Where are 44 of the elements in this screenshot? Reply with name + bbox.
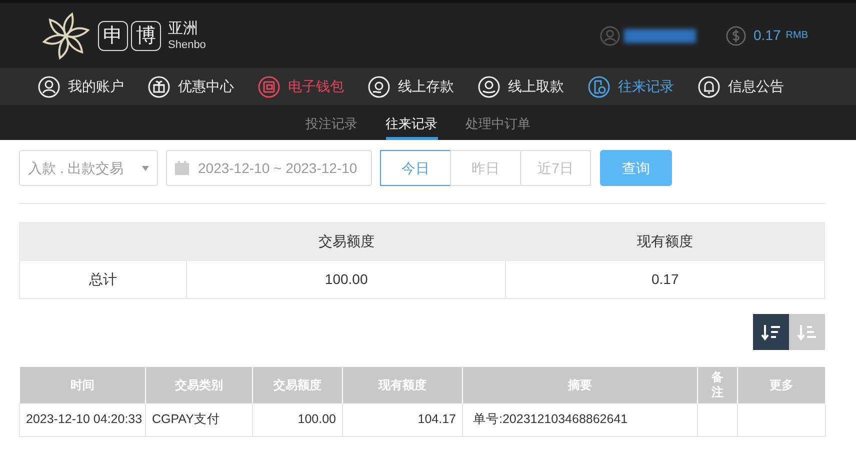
date-range-field[interactable]: 2023-12-10 ~ 2023-12-10	[166, 150, 372, 186]
logo-character: 博	[131, 20, 161, 50]
deposit-icon	[368, 76, 390, 98]
sort-descending-button[interactable]	[753, 314, 789, 350]
withdraw-icon	[478, 76, 500, 98]
balance-text: 0.17	[754, 26, 781, 45]
nav-item[interactable]: 线上取款	[478, 76, 588, 98]
sort-icon	[797, 323, 817, 341]
nav-item[interactable]: 往来记录	[588, 76, 698, 98]
logo-character: 申	[98, 20, 128, 50]
nav-item[interactable]: 线上存款	[368, 76, 478, 98]
logo-subtitle: Shenbo	[168, 40, 206, 50]
caret-icon	[142, 166, 149, 170]
table-cell: CGPAY支付	[146, 403, 252, 436]
table-cell: 单号:202312103468862641	[462, 403, 698, 436]
sort-icon	[761, 323, 781, 341]
table-cell: 2023-12-10 04:20:33	[20, 403, 146, 436]
logo-text: 亚洲	[168, 20, 199, 36]
currency-text: RMB	[786, 29, 808, 43]
bell-icon	[698, 76, 720, 98]
column-header: 交易额度	[186, 222, 506, 260]
transaction-type-select[interactable]: 入款 . 出款交易	[19, 150, 158, 186]
table-cell: 总计	[20, 260, 187, 298]
record-icon	[588, 76, 610, 98]
user-avatar-icon	[600, 26, 620, 46]
nav-item[interactable]: 优惠中心	[148, 76, 258, 98]
nav-item[interactable]: 我的账户	[38, 76, 148, 98]
table-cell: 100.00	[252, 403, 342, 436]
date-range-button[interactable]: 今日	[380, 150, 451, 186]
user-icon	[38, 76, 60, 98]
dollar-icon	[726, 26, 746, 46]
table-cell: 104.17	[342, 403, 462, 436]
nav-item[interactable]: 电子钱包	[258, 76, 368, 98]
nav-item[interactable]: 信息公告	[698, 76, 808, 98]
table-cell: 0.17	[506, 260, 824, 298]
sub-tab[interactable]: 往来记录	[386, 114, 438, 140]
calendar-icon	[175, 161, 189, 175]
sub-tab[interactable]: 投注记录	[306, 114, 358, 140]
sub-tab[interactable]: 处理中订单	[466, 114, 530, 140]
table-cell	[698, 403, 738, 436]
gift-icon	[148, 76, 170, 98]
column-header: 现有额度	[506, 222, 824, 260]
wallet-icon	[258, 76, 280, 98]
table-cell: 100.00	[186, 260, 506, 298]
